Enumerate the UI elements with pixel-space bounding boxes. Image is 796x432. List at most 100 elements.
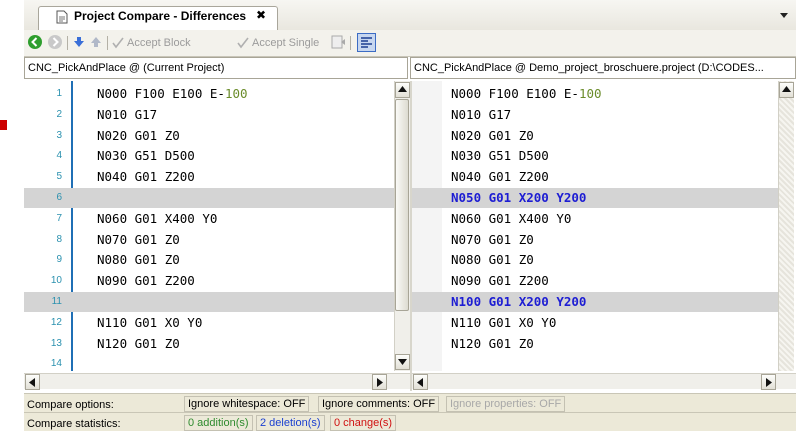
arrow-up-icon (398, 86, 407, 92)
code-text: N070 G01 Z0 (451, 231, 534, 247)
line-number: 13 (50, 337, 62, 349)
code-line[interactable]: N070 G01 Z0 (412, 230, 778, 250)
code-line[interactable]: 7 N060 G01 X400 Y0 (24, 209, 394, 229)
right-horizontal-scrollbar[interactable] (412, 373, 796, 389)
changes-count: 0 change(s) (330, 415, 397, 431)
code-line[interactable]: N060 G01 X400 Y0 (412, 209, 778, 229)
code-line[interactable]: 14 (24, 354, 394, 371)
line-number: 3 (56, 129, 62, 141)
left-code-pane[interactable]: 1 N000 F100 E100 E-100 2 N010 G17 3 N020 G01 … (24, 81, 394, 371)
arrow-down-icon (398, 359, 407, 365)
code-line[interactable]: 4 N030 G51 D500 (24, 146, 394, 166)
arrow-left-icon (417, 378, 423, 387)
line-number: 4 (56, 150, 62, 162)
forward-icon[interactable] (47, 34, 63, 50)
code-line[interactable]: 1 N000 F100 E100 E-100 (24, 84, 394, 104)
code-line[interactable]: 12 N110 G01 X0 Y0 (24, 313, 394, 333)
ignore-comments-toggle[interactable]: Ignore comments: OFF (318, 396, 440, 412)
code-text: N040 G01 Z200 (97, 169, 195, 185)
code-text: N010 G17 (451, 106, 512, 122)
code-line[interactable]: N010 G17 (412, 105, 778, 125)
code-text: N100 G01 X200 Y200 (451, 294, 587, 309)
code-text: N110 G01 X0 Y0 (451, 314, 557, 330)
left-scroll-thumb[interactable] (395, 99, 409, 311)
back-icon[interactable] (27, 34, 43, 50)
code-text: N120 G01 Z0 (451, 335, 534, 351)
code-text: N030 G51 D500 (451, 148, 549, 164)
code-line[interactable]: N120 G01 Z0 (412, 334, 778, 354)
line-number: 7 (56, 212, 62, 224)
line-number: 14 (50, 358, 62, 370)
line-number: 6 (56, 192, 62, 203)
details-icon[interactable] (330, 34, 346, 50)
code-line[interactable]: N080 G01 Z0 (412, 250, 778, 270)
line-number: 1 (56, 88, 62, 99)
arrow-left-icon (29, 378, 35, 387)
checkmark-icon (112, 37, 124, 49)
right-vertical-scrollbar[interactable] (778, 81, 794, 371)
code-line[interactable]: N030 G51 D500 (412, 146, 778, 166)
compare-options-label: Compare options: (27, 399, 114, 411)
code-line[interactable]: 9 N080 G01 Z0 (24, 250, 394, 270)
right-pane-header: CNC_PickAndPlace @ Demo_project_broschue… (410, 57, 796, 79)
line-number: 5 (56, 171, 62, 183)
ignore-whitespace-toggle[interactable]: Ignore whitespace: OFF (184, 396, 310, 412)
unified-view-icon (361, 37, 372, 48)
accept-single-label: Accept Single (252, 37, 320, 49)
code-text: N020 G01 Z0 (451, 127, 534, 143)
code-text: N040 G01 Z200 (451, 169, 549, 185)
next-difference-icon[interactable] (72, 35, 86, 49)
code-text: N120 G01 Z0 (97, 335, 180, 351)
tab-dropdown-icon[interactable] (779, 10, 789, 20)
right-code-pane[interactable]: N000 F100 E100 E-100 N010 G17 N020 G01 Z0 N… (412, 81, 778, 371)
code-number: 100 (578, 86, 602, 101)
tab-title: Project Compare - Differences (74, 9, 247, 23)
code-line[interactable]: N000 F100 E100 E-100 (412, 84, 778, 104)
accept-block-label: Accept Block (127, 37, 191, 49)
code-text: N060 G01 X400 Y0 (451, 210, 572, 226)
line-number: 11 (51, 296, 62, 307)
compare-statistics-label: Compare statistics: (27, 418, 121, 430)
code-line[interactable]: N100 G01 X200 Y200 (412, 292, 778, 312)
tab-close-icon[interactable]: ✖ (256, 8, 266, 22)
code-line[interactable]: 2 N010 G17 (24, 105, 394, 125)
code-text: N010 G17 (97, 106, 158, 122)
code-line[interactable]: N040 G01 Z200 (412, 167, 778, 187)
pane-splitter[interactable] (410, 81, 412, 391)
red-marker (0, 120, 7, 130)
arrow-up-icon (782, 86, 791, 92)
arrow-right-icon (377, 378, 383, 387)
compare-statistics-row (24, 412, 796, 431)
additions-count: 0 addition(s) (184, 415, 253, 431)
ignore-properties-toggle: Ignore properties: OFF (446, 396, 566, 412)
code-text: N000 F100 E100 E-100 (451, 86, 602, 101)
accept-single-button[interactable]: Accept Single (237, 33, 319, 53)
left-horizontal-scrollbar[interactable] (24, 373, 410, 389)
code-text: N030 G51 D500 (97, 148, 195, 164)
line-number: 8 (56, 233, 62, 245)
code-line[interactable]: N050 G01 X200 Y200 (412, 188, 778, 208)
line-number: 12 (50, 316, 62, 328)
code-line[interactable]: N110 G01 X0 Y0 (412, 313, 778, 333)
code-line[interactable]: N090 G01 Z200 (412, 271, 778, 291)
line-number: 2 (56, 108, 62, 120)
line-number: 9 (56, 254, 62, 266)
code-text: N090 G01 Z200 (451, 273, 549, 289)
code-line[interactable]: N020 G01 Z0 (412, 126, 778, 146)
deletions-count: 2 deletion(s) (256, 415, 325, 431)
accept-block-button[interactable]: Accept Block (112, 33, 191, 53)
code-line[interactable]: 3 N020 G01 Z0 (24, 126, 394, 146)
code-line[interactable]: 11 (24, 292, 394, 312)
code-text: N020 G01 Z0 (97, 127, 180, 143)
code-text: N110 G01 X0 Y0 (97, 314, 203, 330)
code-text: N080 G01 Z0 (97, 252, 180, 268)
previous-difference-icon[interactable] (89, 35, 103, 49)
code-line[interactable]: 6 (24, 188, 394, 208)
code-text: N000 F100 E100 E-100 (97, 86, 248, 101)
code-line[interactable]: 5 N040 G01 Z200 (24, 167, 394, 187)
code-line[interactable]: 10 N090 G01 Z200 (24, 271, 394, 291)
code-line[interactable]: 8 N070 G01 Z0 (24, 230, 394, 250)
code-line[interactable]: 13 N120 G01 Z0 (24, 334, 394, 354)
code-text: N060 G01 X400 Y0 (97, 210, 218, 226)
document-compare-icon (56, 10, 68, 24)
